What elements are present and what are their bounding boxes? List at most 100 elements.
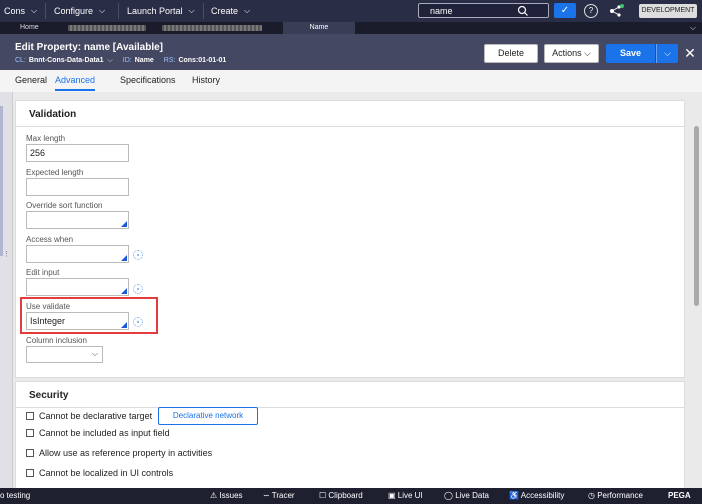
issues-button[interactable]: ⚠ Issues bbox=[210, 491, 243, 500]
scrollbar[interactable] bbox=[694, 126, 699, 306]
gear-icon[interactable] bbox=[133, 250, 143, 260]
tracer-icon: ∽ bbox=[263, 491, 272, 500]
use-validate-input[interactable]: IsInteger bbox=[26, 312, 129, 330]
checkbox-row: Allow use as reference property in activ… bbox=[26, 448, 212, 458]
app-menu[interactable]: Cons ⌵ bbox=[4, 0, 37, 22]
clipboard-label: Clipboard bbox=[328, 491, 363, 500]
expected-length-input[interactable] bbox=[26, 178, 129, 196]
tracer-button[interactable]: ∽ Tracer bbox=[263, 491, 295, 500]
create-menu-label: Create bbox=[211, 6, 239, 16]
live-data-label: Live Data bbox=[455, 491, 489, 500]
gutter-handle[interactable]: ⋮ bbox=[3, 250, 10, 258]
gear-icon[interactable] bbox=[133, 284, 143, 294]
tab-specifications[interactable]: Specifications bbox=[120, 75, 176, 85]
live-ui-button[interactable]: ▣ Live UI bbox=[388, 491, 423, 500]
checkbox[interactable] bbox=[26, 412, 34, 420]
top-nav-bar: Cons ⌵ Configure ⌵ Launch Portal ⌵ Creat… bbox=[0, 0, 702, 22]
security-section: Security Cannot be declarative target De… bbox=[15, 381, 685, 488]
configure-menu-label: Configure bbox=[54, 6, 94, 16]
checkbox-label: Cannot be included as input field bbox=[39, 428, 170, 438]
save-options-button[interactable]: ⌵ bbox=[656, 44, 678, 63]
chevron-down-icon: ⌵ bbox=[244, 6, 251, 15]
chevron-down-icon: ⌵ bbox=[99, 6, 106, 15]
workspace-tabs: Home Name ⌵ bbox=[0, 22, 702, 34]
divider bbox=[16, 126, 684, 127]
column-inclusion-select[interactable]: ⌵ bbox=[26, 346, 103, 363]
actions-label: Actions bbox=[552, 48, 582, 58]
performance-label: Performance bbox=[597, 491, 643, 500]
tab-advanced[interactable]: Advanced bbox=[55, 75, 96, 91]
use-validate-label: Use validate bbox=[26, 302, 71, 311]
access-when-label: Access when bbox=[26, 235, 74, 244]
cl-value[interactable]: Bnnt-Cons-Data-Data1 bbox=[29, 57, 104, 64]
tab-home[interactable]: Home bbox=[20, 22, 39, 34]
autocomplete-corner-icon bbox=[121, 255, 127, 261]
launch-portal-label: Launch Portal bbox=[127, 6, 183, 16]
checkbox-row: Cannot be localized in UI controls bbox=[26, 468, 173, 478]
checkbox[interactable] bbox=[26, 469, 34, 477]
live-data-icon: ◯ bbox=[444, 491, 456, 500]
checkbox[interactable] bbox=[26, 449, 34, 457]
chevron-down-icon[interactable]: ⌵ bbox=[690, 22, 696, 34]
accessibility-label: Accessibility bbox=[520, 491, 565, 500]
section-title: Security bbox=[29, 390, 69, 401]
max-length-label: Max length bbox=[26, 134, 66, 143]
rule-tabs: General Advanced Specifications History bbox=[0, 70, 702, 92]
close-icon[interactable]: ✕ bbox=[683, 45, 697, 61]
save-button[interactable]: Save bbox=[606, 44, 655, 63]
rs-label: RS: bbox=[163, 57, 176, 64]
live-ui-icon: ▣ bbox=[388, 491, 398, 500]
tracer-label: Tracer bbox=[271, 491, 295, 500]
column-inclusion-label: Column inclusion bbox=[26, 336, 87, 345]
pega-logo: PEGA bbox=[668, 491, 691, 500]
autocomplete-corner-icon bbox=[121, 288, 127, 294]
divider bbox=[203, 3, 204, 19]
tab-history[interactable]: History bbox=[192, 75, 220, 85]
status-text: o testing bbox=[0, 491, 31, 500]
divider bbox=[16, 407, 684, 408]
cl-label: CL: bbox=[15, 57, 26, 64]
checkbox[interactable] bbox=[26, 429, 34, 437]
delete-button[interactable]: Delete bbox=[484, 44, 538, 63]
declarative-network-button[interactable]: Declarative network bbox=[158, 407, 258, 425]
accessibility-button[interactable]: ♿ Accessibility bbox=[509, 491, 564, 500]
clipboard-icon: ☐ bbox=[319, 491, 329, 500]
search-dropdown-button[interactable]: ✓ bbox=[554, 3, 576, 18]
live-data-button[interactable]: ◯ Live Data bbox=[444, 491, 489, 500]
performance-button[interactable]: ◷ Performance bbox=[588, 491, 643, 500]
clipboard-button[interactable]: ☐ Clipboard bbox=[319, 491, 363, 500]
tab-general[interactable]: General bbox=[15, 75, 47, 85]
page-title: Edit Property: name [Available] bbox=[15, 42, 163, 53]
launch-portal-menu[interactable]: Launch Portal ⌵ bbox=[127, 0, 195, 22]
left-gutter: ⋮ bbox=[0, 92, 13, 488]
chevron-down-icon: ⌵ bbox=[584, 48, 591, 58]
tab-name[interactable]: Name bbox=[283, 22, 355, 34]
checkbox-label: Cannot be declarative target bbox=[39, 411, 153, 421]
access-when-input[interactable] bbox=[26, 245, 129, 263]
rule-meta: CL: Bnnt-Cons-Data-Data1 ⌵ ID: Name RS: Con… bbox=[15, 57, 226, 65]
create-menu[interactable]: Create ⌵ bbox=[211, 0, 250, 22]
search-input[interactable]: name bbox=[418, 3, 549, 18]
configure-menu[interactable]: Configure ⌵ bbox=[54, 0, 105, 22]
network-icon[interactable] bbox=[607, 3, 625, 19]
search-value: name bbox=[430, 6, 453, 16]
actions-button[interactable]: Actions ⌵ bbox=[544, 44, 599, 63]
rule-header: Edit Property: name [Available] CL: Bnnt-… bbox=[0, 34, 702, 70]
checkbox-label: Cannot be localized in UI controls bbox=[39, 468, 174, 478]
warning-icon: ⚠ bbox=[210, 491, 220, 500]
gear-icon[interactable] bbox=[133, 317, 143, 327]
max-length-input[interactable]: 256 bbox=[26, 144, 129, 162]
edit-input-input[interactable] bbox=[26, 278, 129, 296]
redacted-tab bbox=[68, 25, 146, 31]
id-label: ID: bbox=[122, 57, 132, 64]
override-sort-input[interactable] bbox=[26, 211, 129, 229]
checkbox-label: Allow use as reference property in activ… bbox=[39, 448, 213, 458]
chevron-down-icon: ⌵ bbox=[91, 349, 98, 358]
chevron-down-icon[interactable]: ⌵ bbox=[108, 57, 113, 64]
override-sort-label: Override sort function bbox=[26, 201, 103, 210]
environment-badge: DEVELOPMENT bbox=[639, 4, 697, 18]
expected-length-label: Expected length bbox=[26, 168, 84, 177]
gutter-marker bbox=[0, 106, 3, 256]
help-icon[interactable]: ? bbox=[584, 4, 598, 18]
search-icon[interactable] bbox=[516, 5, 530, 17]
